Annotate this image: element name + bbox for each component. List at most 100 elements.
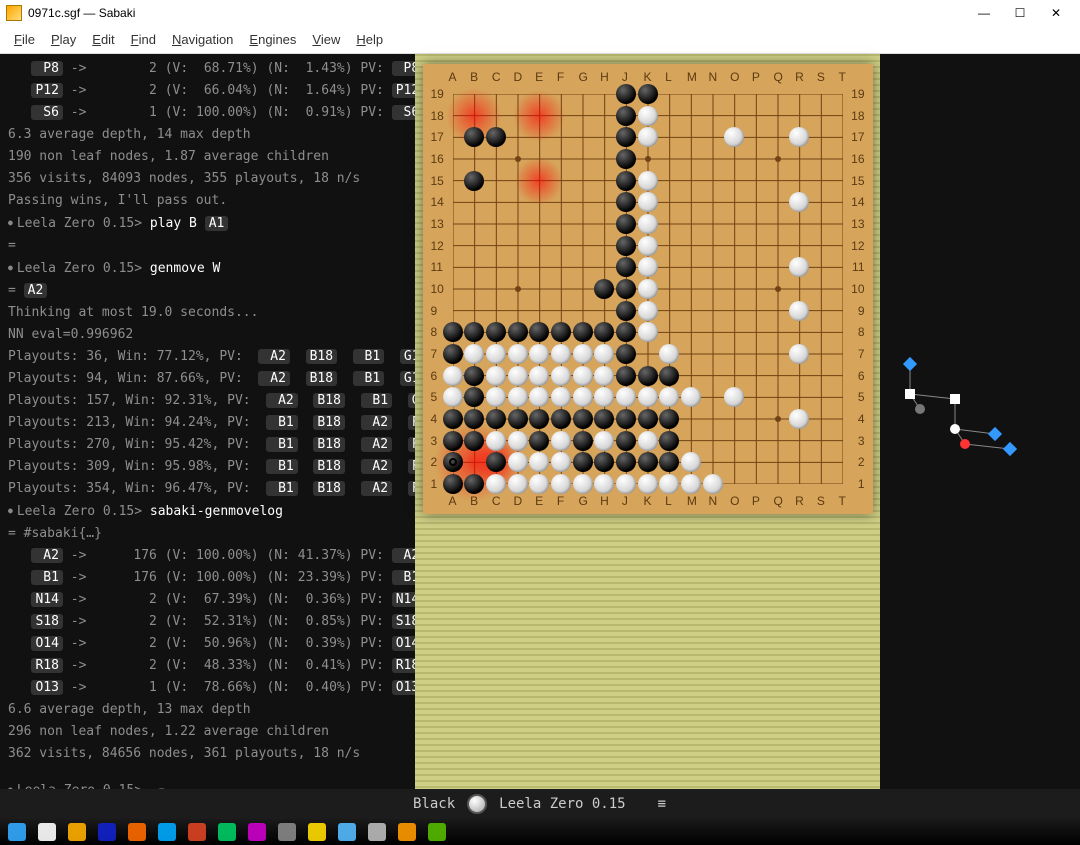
black-stone[interactable] xyxy=(659,452,679,472)
taskbar-icon[interactable] xyxy=(338,823,356,841)
hamburger-icon[interactable]: ≡ xyxy=(658,796,667,812)
white-stone[interactable] xyxy=(443,387,463,407)
engine-console[interactable]: P8 -> 2 (V: 68.71%) (N: 1.43%) PV: P8 P1… xyxy=(0,54,415,815)
black-stone[interactable] xyxy=(616,84,636,104)
close-button[interactable]: ✕ xyxy=(1038,2,1074,24)
white-stone[interactable] xyxy=(508,387,528,407)
white-stone[interactable] xyxy=(616,474,636,494)
black-stone[interactable] xyxy=(508,322,528,342)
black-stone[interactable] xyxy=(464,322,484,342)
white-stone[interactable] xyxy=(638,171,658,191)
white-stone[interactable] xyxy=(724,387,744,407)
white-stone[interactable] xyxy=(638,322,658,342)
white-stone[interactable] xyxy=(638,236,658,256)
white-stone[interactable] xyxy=(659,387,679,407)
white-stone[interactable] xyxy=(789,257,809,277)
black-stone[interactable] xyxy=(616,344,636,364)
taskbar-icon[interactable] xyxy=(98,823,116,841)
black-stone[interactable] xyxy=(529,409,549,429)
black-stone[interactable] xyxy=(594,279,614,299)
white-stone[interactable] xyxy=(529,344,549,364)
black-stone[interactable] xyxy=(616,149,636,169)
white-stone[interactable] xyxy=(789,192,809,212)
white-stone[interactable] xyxy=(594,431,614,451)
white-stone[interactable] xyxy=(789,301,809,321)
white-stone[interactable] xyxy=(551,344,571,364)
black-stone[interactable] xyxy=(616,236,636,256)
go-board[interactable]: AABBCCDDEEFFGGHHJJKKLLMMNNOOPPQQRRSSTT11… xyxy=(423,64,873,514)
white-stone[interactable] xyxy=(551,366,571,386)
menu-view[interactable]: View xyxy=(304,30,348,49)
black-stone[interactable] xyxy=(464,409,484,429)
black-stone[interactable] xyxy=(443,474,463,494)
black-stone[interactable] xyxy=(659,409,679,429)
white-stone[interactable] xyxy=(659,474,679,494)
white-stone[interactable] xyxy=(486,366,506,386)
taskbar-icon[interactable] xyxy=(158,823,176,841)
taskbar-icon[interactable] xyxy=(368,823,386,841)
white-stone[interactable] xyxy=(594,387,614,407)
white-stone[interactable] xyxy=(508,344,528,364)
black-stone[interactable] xyxy=(486,322,506,342)
taskbar-icon[interactable] xyxy=(8,823,26,841)
taskbar-icon[interactable] xyxy=(278,823,296,841)
white-stone[interactable] xyxy=(529,452,549,472)
black-stone[interactable] xyxy=(573,409,593,429)
white-stone[interactable] xyxy=(508,474,528,494)
white-stone[interactable] xyxy=(789,127,809,147)
white-stone[interactable] xyxy=(508,366,528,386)
white-stone[interactable] xyxy=(486,387,506,407)
white-stone[interactable] xyxy=(551,452,571,472)
black-stone[interactable] xyxy=(443,409,463,429)
menu-navigation[interactable]: Navigation xyxy=(164,30,241,49)
white-stone[interactable] xyxy=(443,366,463,386)
menu-play[interactable]: Play xyxy=(43,30,84,49)
menu-engines[interactable]: Engines xyxy=(241,30,304,49)
white-stone[interactable] xyxy=(464,344,484,364)
white-stone[interactable] xyxy=(573,366,593,386)
white-stone[interactable] xyxy=(529,387,549,407)
white-stone[interactable] xyxy=(638,431,658,451)
black-stone[interactable] xyxy=(638,452,658,472)
black-stone[interactable] xyxy=(659,431,679,451)
black-stone[interactable] xyxy=(616,431,636,451)
black-stone[interactable] xyxy=(573,452,593,472)
white-stone[interactable] xyxy=(594,474,614,494)
black-stone[interactable] xyxy=(486,452,506,472)
black-stone[interactable] xyxy=(486,127,506,147)
black-stone[interactable] xyxy=(443,431,463,451)
white-stone[interactable] xyxy=(486,474,506,494)
black-stone[interactable] xyxy=(638,409,658,429)
white-stone[interactable] xyxy=(681,387,701,407)
black-stone[interactable] xyxy=(529,322,549,342)
black-stone[interactable] xyxy=(616,106,636,126)
white-stone[interactable] xyxy=(486,344,506,364)
black-stone[interactable] xyxy=(508,409,528,429)
white-stone[interactable] xyxy=(508,452,528,472)
black-stone[interactable] xyxy=(616,452,636,472)
taskbar-icon[interactable] xyxy=(248,823,266,841)
white-stone[interactable] xyxy=(573,387,593,407)
white-stone[interactable] xyxy=(789,344,809,364)
black-stone[interactable] xyxy=(616,301,636,321)
black-stone[interactable] xyxy=(616,279,636,299)
black-stone[interactable] xyxy=(616,322,636,342)
taskbar-icon[interactable] xyxy=(218,823,236,841)
white-stone[interactable] xyxy=(703,474,723,494)
black-stone[interactable] xyxy=(594,409,614,429)
taskbar-icon[interactable] xyxy=(398,823,416,841)
taskbar-icon[interactable] xyxy=(308,823,326,841)
black-stone[interactable] xyxy=(616,127,636,147)
white-stone[interactable] xyxy=(638,387,658,407)
menu-edit[interactable]: Edit xyxy=(84,30,122,49)
white-stone[interactable] xyxy=(551,431,571,451)
black-stone[interactable] xyxy=(464,366,484,386)
black-stone[interactable] xyxy=(464,431,484,451)
black-stone[interactable] xyxy=(616,192,636,212)
black-stone[interactable] xyxy=(616,366,636,386)
white-stone[interactable] xyxy=(789,409,809,429)
menu-find[interactable]: Find xyxy=(123,30,164,49)
white-stone[interactable] xyxy=(638,214,658,234)
black-stone[interactable] xyxy=(659,366,679,386)
white-stone[interactable] xyxy=(551,474,571,494)
